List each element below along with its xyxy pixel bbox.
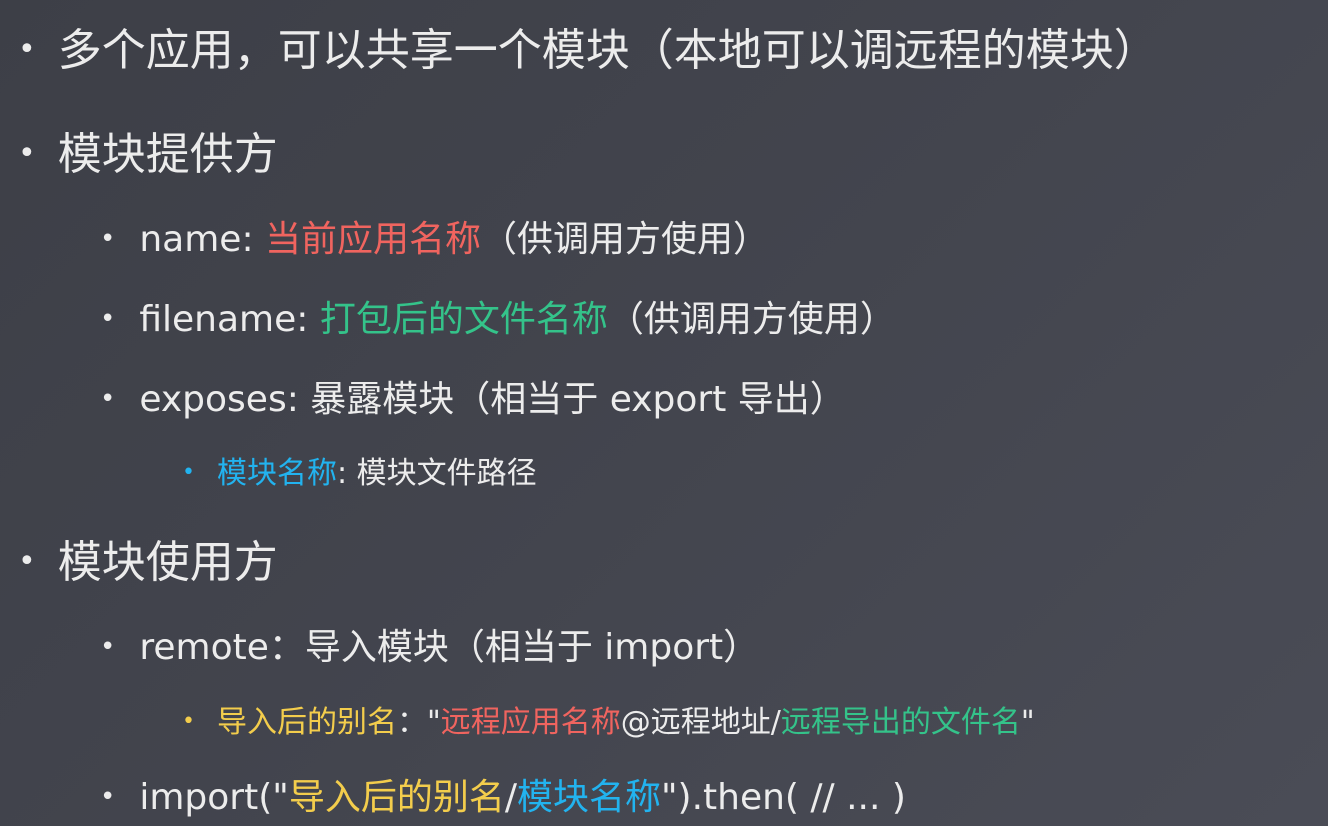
exposes-sub-item: • 模块名称: 模块文件路径 [182, 448, 537, 492]
close-quote: " [1020, 705, 1035, 740]
bullet-dot: • [100, 632, 116, 662]
filename-key: filename: [139, 299, 320, 340]
filename-suffix: （供调用方使用） [607, 299, 896, 340]
module-name-key: 模块名称 [216, 456, 337, 491]
module-path-text: : 模块文件路径 [336, 456, 537, 491]
bullet-line-consumer-heading: • 模块使用方 [18, 526, 278, 590]
remote-address: @远程地址/ [620, 705, 781, 740]
bullet-dot: • [18, 32, 36, 67]
import-module-name: 模块名称 [516, 777, 661, 818]
name-key: name: [139, 219, 266, 260]
bullet-line-shared-modules: • 多个应用，可以共享一个模块（本地可以调远程的模块） [18, 14, 1158, 78]
import-item: • import("导入后的别名/模块名称").then( // ... ) [100, 768, 906, 820]
import-slash: / [504, 777, 517, 818]
shared-modules-text: 多个应用，可以共享一个模块（本地可以调远程的模块） [57, 25, 1158, 76]
bullet-line-provider-heading: • 模块提供方 [18, 118, 278, 182]
remote-sub-item: • 导入后的别名："远程应用名称@远程地址/远程导出的文件名" [182, 697, 1035, 741]
bullet-dot: • [100, 782, 116, 812]
bullet-dot: • [18, 136, 36, 171]
bullet-dot: • [18, 544, 36, 579]
exposes-item: • exposes: 暴露模块（相当于 export 导出） [100, 370, 846, 422]
filename-highlight: 打包后的文件名称 [319, 299, 608, 340]
remote-app-name: 远程应用名称 [440, 705, 621, 740]
consumer-heading: 模块使用方 [57, 537, 278, 588]
bullet-dot: • [100, 384, 116, 414]
remote-text: remote：导入模块（相当于 import） [139, 627, 760, 668]
bullet-dot: • [100, 304, 116, 334]
import-suffix: ").then( // ... ) [660, 777, 906, 818]
bullet-dot: • [182, 709, 195, 734]
alias-key: 导入后的别名 [216, 705, 397, 740]
provider-heading: 模块提供方 [57, 129, 278, 180]
bullet-dot: • [182, 460, 195, 485]
bullet-dot: • [100, 224, 116, 254]
filename-item: • filename: 打包后的文件名称（供调用方使用） [100, 290, 896, 342]
colon-quote: ：" [396, 705, 441, 740]
name-suffix: （供调用方使用） [481, 219, 770, 260]
import-prefix: import(" [139, 777, 289, 818]
name-item: • name: 当前应用名称（供调用方使用） [100, 210, 769, 262]
import-alias: 导入后的别名 [288, 777, 505, 818]
name-highlight: 当前应用名称 [265, 219, 482, 260]
remote-item: • remote：导入模块（相当于 import） [100, 618, 759, 670]
remote-exported-file: 远程导出的文件名 [780, 705, 1021, 740]
exposes-text: exposes: 暴露模块（相当于 export 导出） [139, 379, 846, 420]
